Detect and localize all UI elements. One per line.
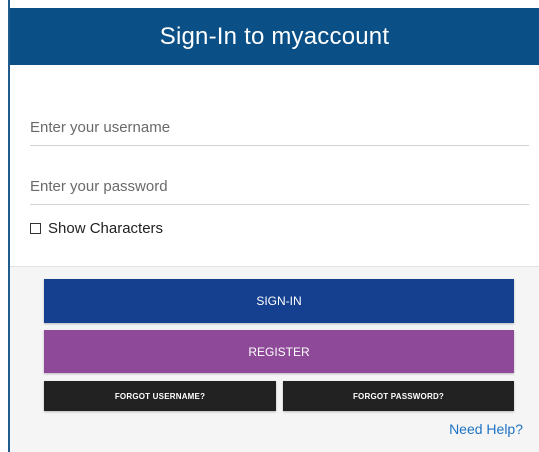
password-input[interactable] xyxy=(30,168,529,205)
sign-in-panel: Sign-In to myaccount Show Characters SIG… xyxy=(8,0,539,452)
forgot-password-button[interactable]: FORGOT PASSWORD? xyxy=(283,381,514,411)
show-characters-row[interactable]: Show Characters xyxy=(30,219,163,237)
actions-footer: SIGN-IN REGISTER FORGOT USERNAME? FORGOT… xyxy=(10,266,539,452)
show-characters-checkbox[interactable] xyxy=(30,222,41,234)
show-characters-label: Show Characters xyxy=(48,219,164,237)
sign-in-button[interactable]: SIGN-IN xyxy=(44,279,514,323)
page-title: Sign-In to myaccount xyxy=(10,8,539,65)
need-help-link[interactable]: Need Help? xyxy=(449,421,523,437)
username-input[interactable] xyxy=(30,109,529,146)
forgot-username-button[interactable]: FORGOT USERNAME? xyxy=(44,381,276,411)
register-button[interactable]: REGISTER xyxy=(44,330,514,373)
